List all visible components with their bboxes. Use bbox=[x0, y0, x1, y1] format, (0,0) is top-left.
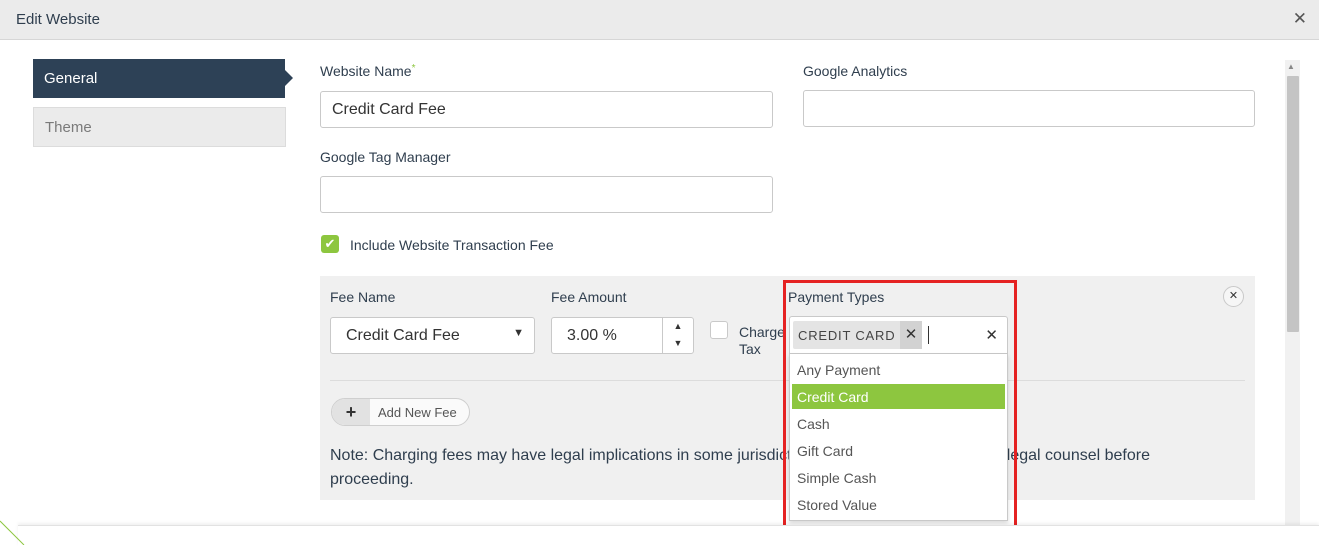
sidebar-item-general[interactable]: General bbox=[33, 59, 293, 98]
sidebar-item-label: Theme bbox=[45, 119, 92, 136]
dialog-title: Edit Website bbox=[16, 11, 100, 28]
google-tag-manager-label: Google Tag Manager bbox=[320, 149, 451, 165]
fee-amount-label: Fee Amount bbox=[551, 289, 627, 305]
close-icon[interactable]: ✕ bbox=[1293, 9, 1307, 29]
selected-tag-label: CREDIT CARD bbox=[798, 328, 896, 343]
add-new-fee-label: Add New Fee bbox=[378, 405, 457, 420]
dialog-header: Edit Website ✕ bbox=[0, 0, 1319, 40]
spin-down-icon[interactable]: ▼ bbox=[663, 335, 693, 352]
charge-tax-checkbox[interactable] bbox=[710, 321, 728, 339]
legal-note: Note: Charging fees may have legal impli… bbox=[330, 447, 1150, 488]
include-fee-checkbox[interactable]: ✔ bbox=[321, 235, 339, 253]
website-name-label: Website Name* bbox=[320, 63, 415, 79]
fee-amount-spinner[interactable]: ▲ ▼ bbox=[662, 318, 693, 353]
bottom-overlay-panel bbox=[18, 525, 1319, 546]
fee-name-value: Credit Card Fee bbox=[346, 327, 460, 344]
fee-name-select[interactable]: Credit Card Fee ▼ bbox=[330, 317, 535, 354]
google-analytics-input[interactable] bbox=[803, 90, 1255, 127]
option-any-payment[interactable]: Any Payment bbox=[792, 357, 1005, 382]
fee-name-label: Fee Name bbox=[330, 289, 396, 305]
check-icon: ✔ bbox=[324, 236, 336, 251]
add-new-fee-button[interactable]: + Add New Fee bbox=[331, 398, 470, 426]
sidebar-item-label: General bbox=[44, 70, 98, 87]
google-tag-manager-input[interactable] bbox=[320, 176, 773, 213]
option-cash[interactable]: Cash bbox=[792, 411, 1005, 436]
fee-amount-input[interactable]: 3.00 % ▲ ▼ bbox=[551, 317, 694, 354]
payment-types-label: Payment Types bbox=[788, 289, 885, 305]
payment-types-select[interactable]: CREDIT CARD ✕ ✕ bbox=[789, 316, 1008, 354]
option-stored-value[interactable]: Stored Value bbox=[792, 492, 1005, 517]
scroll-up-icon[interactable]: ▲ bbox=[1287, 62, 1295, 71]
chevron-down-icon: ▼ bbox=[513, 327, 524, 339]
charge-tax-label: Charge Tax bbox=[739, 324, 785, 357]
tag-remove-icon[interactable]: ✕ bbox=[900, 321, 922, 349]
close-icon: ✕ bbox=[1228, 290, 1239, 302]
website-name-label-text: Website Name bbox=[320, 63, 412, 79]
selected-tag: CREDIT CARD ✕ bbox=[793, 321, 922, 349]
corner-line-icon bbox=[0, 520, 25, 545]
sidebar-item-theme[interactable]: Theme bbox=[33, 107, 286, 147]
plus-icon: + bbox=[332, 399, 370, 425]
clear-icon[interactable]: ✕ bbox=[985, 326, 998, 344]
google-analytics-label: Google Analytics bbox=[803, 63, 908, 79]
payment-types-options: Any Payment Credit Card Cash Gift Card S… bbox=[789, 354, 1008, 521]
required-marker: * bbox=[411, 63, 416, 74]
option-simple-cash[interactable]: Simple Cash bbox=[792, 465, 1005, 490]
text-cursor bbox=[928, 326, 929, 344]
include-fee-label: Include Website Transaction Fee bbox=[350, 237, 554, 253]
remove-fee-button[interactable]: ✕ bbox=[1223, 286, 1244, 307]
option-credit-card[interactable]: Credit Card bbox=[792, 384, 1005, 409]
fee-amount-value: 3.00 % bbox=[567, 327, 617, 344]
spin-up-icon[interactable]: ▲ bbox=[663, 318, 693, 335]
option-gift-card[interactable]: Gift Card bbox=[792, 438, 1005, 463]
active-arrow-icon bbox=[285, 70, 293, 86]
website-name-input[interactable]: Credit Card Fee bbox=[320, 91, 773, 128]
divider bbox=[330, 380, 1245, 381]
scrollbar-thumb[interactable] bbox=[1287, 76, 1299, 332]
